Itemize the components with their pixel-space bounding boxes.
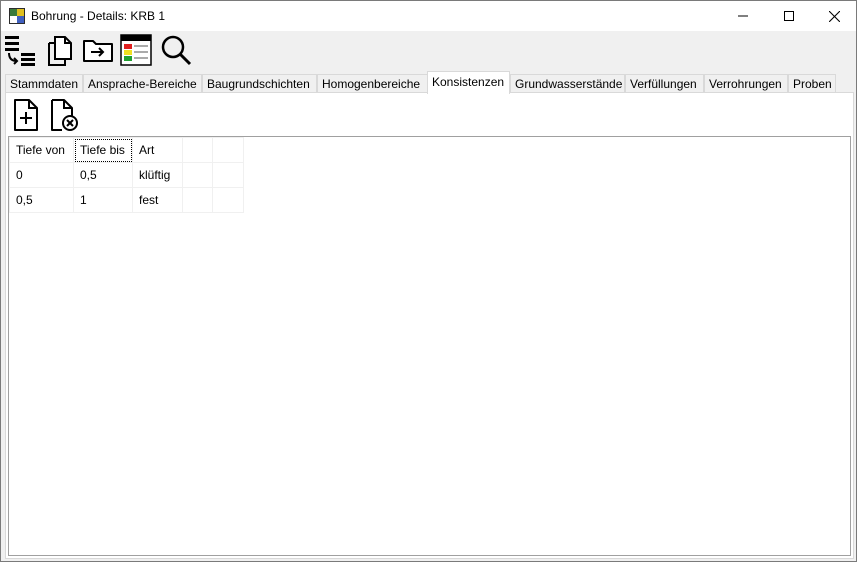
legend-table-button[interactable]	[119, 33, 153, 67]
table-row[interactable]: 0 0,5 klüftig	[9, 162, 244, 188]
close-button[interactable]	[811, 1, 857, 31]
minimize-button[interactable]	[720, 1, 766, 31]
delete-document-icon	[51, 99, 78, 131]
tab-homogenbereiche[interactable]: Homogenbereiche	[317, 74, 428, 93]
list-sort-icon	[5, 36, 35, 66]
app-icon	[9, 8, 25, 24]
column-header[interactable]	[212, 137, 244, 163]
legend-table-icon	[120, 34, 152, 66]
table-cell[interactable]	[182, 187, 213, 213]
data-table: Tiefe von Tiefe bis Art 0 0,5 klüftig 0,…	[9, 137, 244, 213]
close-icon	[828, 10, 840, 22]
table-cell[interactable]: 1	[73, 187, 133, 213]
tab-baugrundschichten[interactable]: Baugrundschichten	[202, 74, 317, 93]
search-icon	[161, 35, 192, 66]
main-toolbar	[1, 31, 856, 71]
table-cell[interactable]	[212, 187, 244, 213]
table-cell[interactable]: 0,5	[9, 187, 74, 213]
konsistenzen-grid[interactable]: Tiefe von Tiefe bis Art 0 0,5 klüftig 0,…	[8, 136, 851, 556]
tab-label: Proben	[793, 77, 832, 91]
tab-proben[interactable]: Proben	[788, 74, 836, 93]
title-bar: Bohrung - Details: KRB 1	[1, 1, 856, 31]
header-row: Tiefe von Tiefe bis Art	[9, 137, 244, 163]
column-header[interactable]: Tiefe von	[9, 137, 74, 163]
column-header[interactable]: Art	[132, 137, 183, 163]
table-cell[interactable]	[182, 162, 213, 188]
tab-grundwasserstaende[interactable]: Grundwasserstände	[510, 74, 625, 93]
table-cell[interactable]: fest	[132, 187, 183, 213]
tab-strip: Stammdaten Ansprache-Bereiche Baugrundsc…	[1, 71, 856, 94]
tab-label: Stammdaten	[10, 77, 79, 91]
column-header[interactable]: Tiefe bis	[73, 137, 133, 163]
tab-label: Homogenbereiche	[322, 77, 421, 91]
maximize-icon	[784, 11, 794, 21]
tab-ansprache-bereiche[interactable]: Ansprache-Bereiche	[83, 74, 202, 93]
delete-row-button[interactable]	[48, 98, 80, 132]
tab-verfuellungen[interactable]: Verfüllungen	[625, 74, 704, 93]
table-cell[interactable]	[212, 162, 244, 188]
table-cell[interactable]: 0,5	[73, 162, 133, 188]
tab-konsistenzen[interactable]: Konsistenzen	[427, 71, 510, 94]
table-row[interactable]: 0,5 1 fest	[9, 187, 244, 213]
minimize-icon	[738, 15, 748, 17]
details-window: Bohrung - Details: KRB 1 Stammdaten Ansp…	[0, 0, 857, 562]
tab-label: Verrohrungen	[709, 77, 782, 91]
grid-toolbar	[6, 93, 853, 137]
copy-button[interactable]	[43, 33, 77, 67]
tab-label: Konsistenzen	[432, 75, 505, 89]
search-button[interactable]	[159, 33, 193, 67]
column-header[interactable]	[182, 137, 213, 163]
copy-document-icon	[48, 36, 72, 66]
add-row-button[interactable]	[10, 98, 42, 132]
tab-label: Baugrundschichten	[207, 77, 310, 91]
tab-label: Ansprache-Bereiche	[88, 77, 197, 91]
tab-page-konsistenzen: Tiefe von Tiefe bis Art 0 0,5 klüftig 0,…	[5, 92, 854, 559]
tab-verrohrungen[interactable]: Verrohrungen	[704, 74, 788, 93]
window-title: Bohrung - Details: KRB 1	[31, 9, 166, 23]
folder-move-button[interactable]	[81, 33, 115, 67]
tab-label: Grundwasserstände	[515, 77, 623, 91]
table-cell[interactable]: klüftig	[132, 162, 183, 188]
tab-stammdaten[interactable]: Stammdaten	[5, 74, 83, 93]
tab-label: Verfüllungen	[630, 77, 697, 91]
add-document-icon	[14, 99, 38, 131]
table-cell[interactable]: 0	[9, 162, 74, 188]
maximize-button[interactable]	[766, 1, 812, 31]
list-sort-button[interactable]	[3, 33, 37, 67]
folder-move-icon	[83, 40, 113, 62]
